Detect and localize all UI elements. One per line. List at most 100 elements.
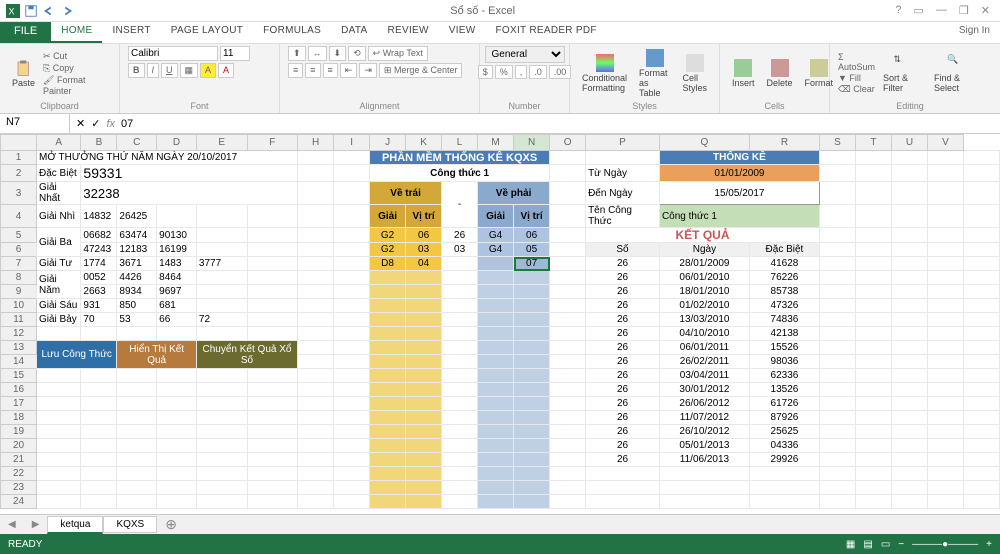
cell[interactable]: 26 bbox=[586, 341, 660, 355]
cell[interactable]: 1774 bbox=[81, 257, 117, 271]
cell[interactable] bbox=[927, 182, 963, 205]
find-select-button[interactable]: 🔍Find & Select bbox=[930, 52, 982, 95]
format-painter-button[interactable]: 🖌 Format Painter bbox=[43, 75, 111, 96]
cell[interactable] bbox=[891, 481, 927, 495]
cell[interactable] bbox=[157, 495, 197, 509]
cell[interactable] bbox=[442, 495, 478, 509]
cell[interactable] bbox=[370, 383, 406, 397]
cell[interactable] bbox=[442, 299, 478, 313]
cell[interactable] bbox=[370, 425, 406, 439]
cell[interactable] bbox=[334, 467, 370, 481]
pm-subtitle[interactable]: Công thức 1 bbox=[370, 165, 550, 182]
cell[interactable]: 26 bbox=[586, 411, 660, 425]
cell[interactable] bbox=[749, 467, 819, 481]
cell[interactable]: 26 bbox=[442, 228, 478, 243]
cell[interactable] bbox=[891, 228, 927, 243]
tab-insert[interactable]: INSERT bbox=[102, 22, 160, 43]
cell[interactable]: 8934 bbox=[117, 285, 157, 299]
col-header[interactable]: I bbox=[334, 135, 370, 151]
cell[interactable] bbox=[819, 327, 855, 341]
cell[interactable]: 05/01/2013 bbox=[659, 439, 749, 453]
tab-formulas[interactable]: FORMULAS bbox=[253, 22, 331, 43]
cell[interactable] bbox=[855, 411, 891, 425]
cell[interactable]: Vị trí bbox=[406, 205, 442, 228]
cell[interactable]: 13526 bbox=[749, 383, 819, 397]
cell[interactable]: 06 bbox=[514, 228, 550, 243]
cell[interactable] bbox=[157, 397, 197, 411]
row-header[interactable]: 20 bbox=[1, 439, 37, 453]
cell[interactable] bbox=[247, 205, 298, 228]
cell[interactable] bbox=[157, 425, 197, 439]
align-center-button[interactable]: ≡ bbox=[305, 63, 320, 78]
cell[interactable] bbox=[514, 439, 550, 453]
col-header[interactable]: M bbox=[478, 135, 514, 151]
cell[interactable] bbox=[37, 397, 81, 411]
cell[interactable]: 06/01/2010 bbox=[659, 271, 749, 285]
cell[interactable] bbox=[855, 165, 891, 182]
font-size-select[interactable] bbox=[220, 46, 250, 61]
cell[interactable] bbox=[298, 299, 334, 313]
tab-pagelayout[interactable]: PAGE LAYOUT bbox=[161, 22, 253, 43]
cell[interactable] bbox=[586, 467, 660, 481]
cell[interactable] bbox=[855, 369, 891, 383]
row-header[interactable]: 14 bbox=[1, 355, 37, 369]
cell[interactable] bbox=[196, 271, 247, 285]
cell[interactable] bbox=[334, 439, 370, 453]
cell[interactable] bbox=[196, 327, 247, 341]
cell[interactable] bbox=[298, 228, 334, 243]
cell[interactable] bbox=[478, 467, 514, 481]
cell[interactable] bbox=[247, 299, 298, 313]
cell[interactable] bbox=[334, 285, 370, 299]
paste-button[interactable]: Paste bbox=[8, 57, 39, 90]
cell[interactable] bbox=[855, 243, 891, 257]
cell[interactable] bbox=[406, 341, 442, 355]
tk-name-label[interactable]: Tên Công Thức bbox=[586, 205, 660, 228]
cell[interactable]: 06 bbox=[406, 228, 442, 243]
cell[interactable] bbox=[963, 257, 999, 271]
cell[interactable] bbox=[891, 182, 927, 205]
cell[interactable] bbox=[298, 495, 334, 509]
cell[interactable] bbox=[891, 355, 927, 369]
cell[interactable] bbox=[891, 411, 927, 425]
cell[interactable] bbox=[157, 453, 197, 467]
worksheet-grid[interactable]: A B C D E F H I J K L M N O P Q R S T U … bbox=[0, 134, 1000, 514]
col-header[interactable]: O bbox=[550, 135, 586, 151]
cell[interactable] bbox=[749, 495, 819, 509]
formula-input[interactable]: 07 bbox=[121, 118, 133, 130]
label-g3[interactable]: Giải Ba bbox=[37, 228, 81, 257]
cell[interactable] bbox=[334, 369, 370, 383]
cell[interactable] bbox=[586, 481, 660, 495]
cell[interactable]: Vị trí bbox=[514, 205, 550, 228]
cell[interactable] bbox=[963, 411, 999, 425]
cell[interactable] bbox=[927, 355, 963, 369]
cell[interactable] bbox=[550, 182, 586, 205]
cell[interactable] bbox=[855, 313, 891, 327]
cell[interactable] bbox=[298, 243, 334, 257]
cell[interactable] bbox=[117, 439, 157, 453]
cell[interactable] bbox=[927, 151, 963, 165]
cell[interactable] bbox=[406, 383, 442, 397]
cell[interactable] bbox=[927, 341, 963, 355]
cell[interactable] bbox=[891, 453, 927, 467]
sheet-tab[interactable]: KQXS bbox=[103, 516, 157, 533]
col-header[interactable]: E bbox=[196, 135, 247, 151]
cell[interactable] bbox=[927, 165, 963, 182]
tab-data[interactable]: DATA bbox=[331, 22, 377, 43]
cell[interactable] bbox=[334, 165, 370, 182]
cell[interactable] bbox=[963, 383, 999, 397]
cell[interactable] bbox=[442, 355, 478, 369]
col-header[interactable]: U bbox=[891, 135, 927, 151]
zoom-slider[interactable]: ———●——— bbox=[912, 539, 978, 550]
cell[interactable]: 74836 bbox=[749, 313, 819, 327]
cell[interactable] bbox=[855, 355, 891, 369]
cell[interactable]: G2 bbox=[370, 243, 406, 257]
cell[interactable]: 66 bbox=[157, 313, 197, 327]
cell[interactable] bbox=[550, 467, 586, 481]
cell[interactable]: 9697 bbox=[157, 285, 197, 299]
cell[interactable] bbox=[196, 439, 247, 453]
row-header[interactable]: 1 bbox=[1, 151, 37, 165]
convert-result-button[interactable]: Chuyển Kết Quả Xổ Số bbox=[196, 341, 297, 369]
cell[interactable] bbox=[298, 271, 334, 285]
cell[interactable] bbox=[550, 397, 586, 411]
cell[interactable] bbox=[37, 481, 81, 495]
